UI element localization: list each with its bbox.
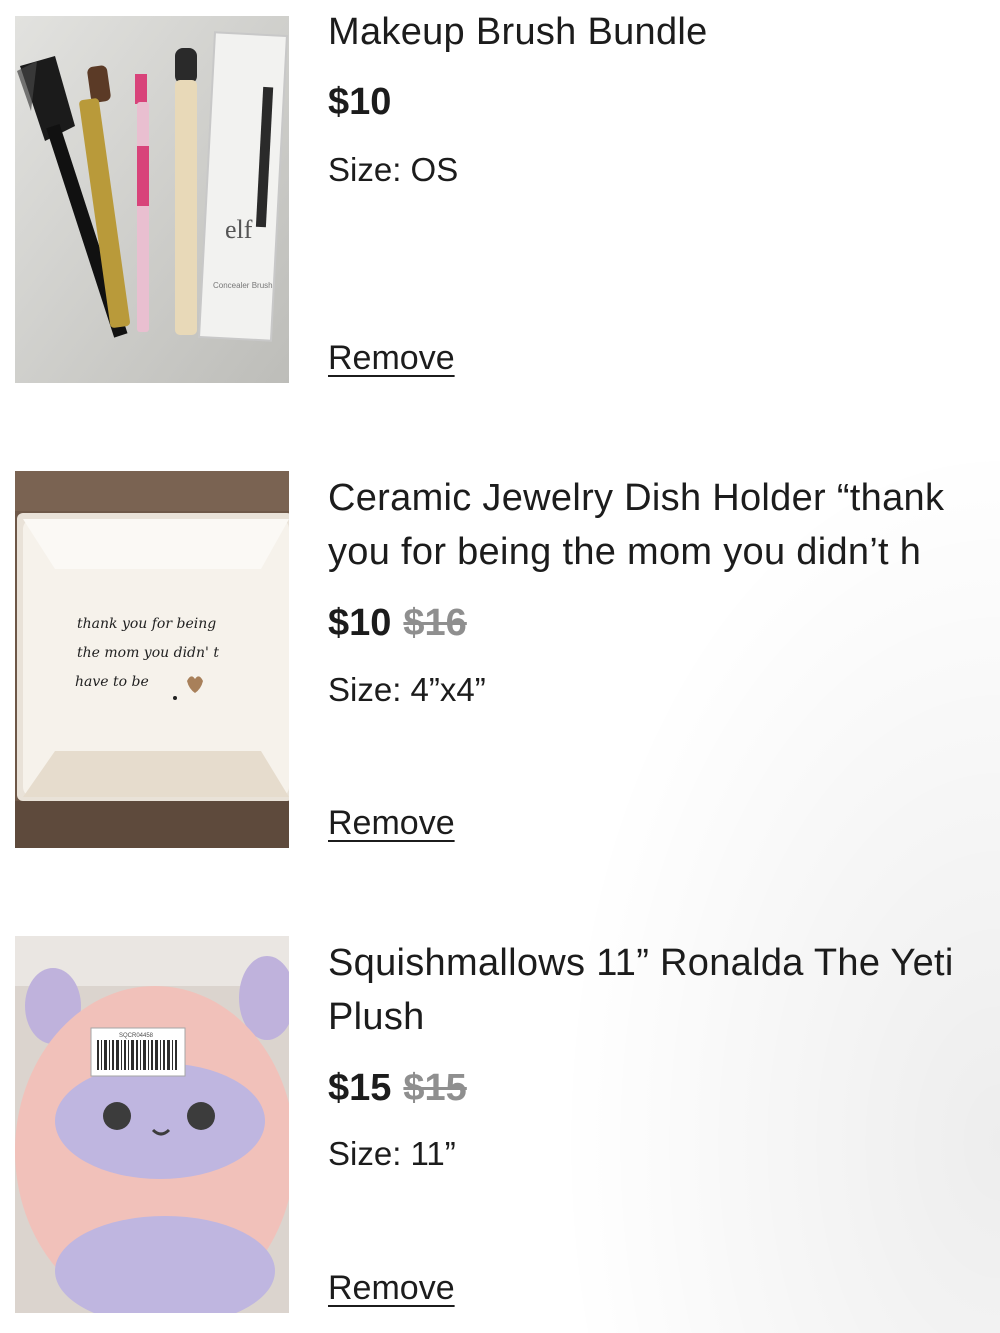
current-price: $10 xyxy=(328,81,392,123)
item-title[interactable]: Ceramic Jewelry Dish Holder “thank you f… xyxy=(328,471,1000,579)
squishmallow-yeti-image: SQCR04458 xyxy=(15,936,289,1313)
item-info: Squishmallows 11” Ronalda The Yeti Plush… xyxy=(328,936,1000,1307)
original-price: $15 xyxy=(403,1067,467,1109)
original-price: $16 xyxy=(403,602,467,644)
price-row: $10 xyxy=(328,80,391,124)
dish-text-line2: the mom you didn' t xyxy=(77,645,219,661)
current-price: $15 xyxy=(328,1067,392,1109)
price-row: $10 $16 xyxy=(328,601,467,645)
product-thumbnail[interactable]: thank you for being the mom you didn' t … xyxy=(15,471,289,848)
package-label-text: Concealer Brush xyxy=(213,281,273,290)
remove-link[interactable]: Remove xyxy=(328,338,455,378)
item-size: Size: OS xyxy=(328,151,459,188)
price-row: $15 $15 xyxy=(328,1066,467,1110)
item-title[interactable]: Makeup Brush Bundle xyxy=(328,5,1000,59)
jewelry-dish-image: thank you for being the mom you didn' t … xyxy=(15,471,289,848)
item-size: Size: 11” xyxy=(328,1135,456,1172)
item-size: Size: 4”x4” xyxy=(328,671,486,708)
package-brand-text: elf xyxy=(225,215,253,244)
dish-text-line1: thank you for being xyxy=(77,616,216,632)
product-thumbnail[interactable]: elf Concealer Brush xyxy=(15,16,289,383)
product-thumbnail[interactable]: SQCR04458 xyxy=(15,936,289,1313)
item-info: Makeup Brush Bundle $10 Size: OS Remove xyxy=(328,11,1000,377)
dish-text-line3: have to be xyxy=(75,674,149,690)
makeup-brushes-image: elf Concealer Brush xyxy=(15,16,289,383)
current-price: $10 xyxy=(328,602,392,644)
item-title[interactable]: Squishmallows 11” Ronalda The Yeti Plush xyxy=(328,936,1000,1044)
remove-link[interactable]: Remove xyxy=(328,803,455,843)
item-info: Ceramic Jewelry Dish Holder “thank you f… xyxy=(328,471,1000,842)
remove-link[interactable]: Remove xyxy=(328,1268,455,1308)
